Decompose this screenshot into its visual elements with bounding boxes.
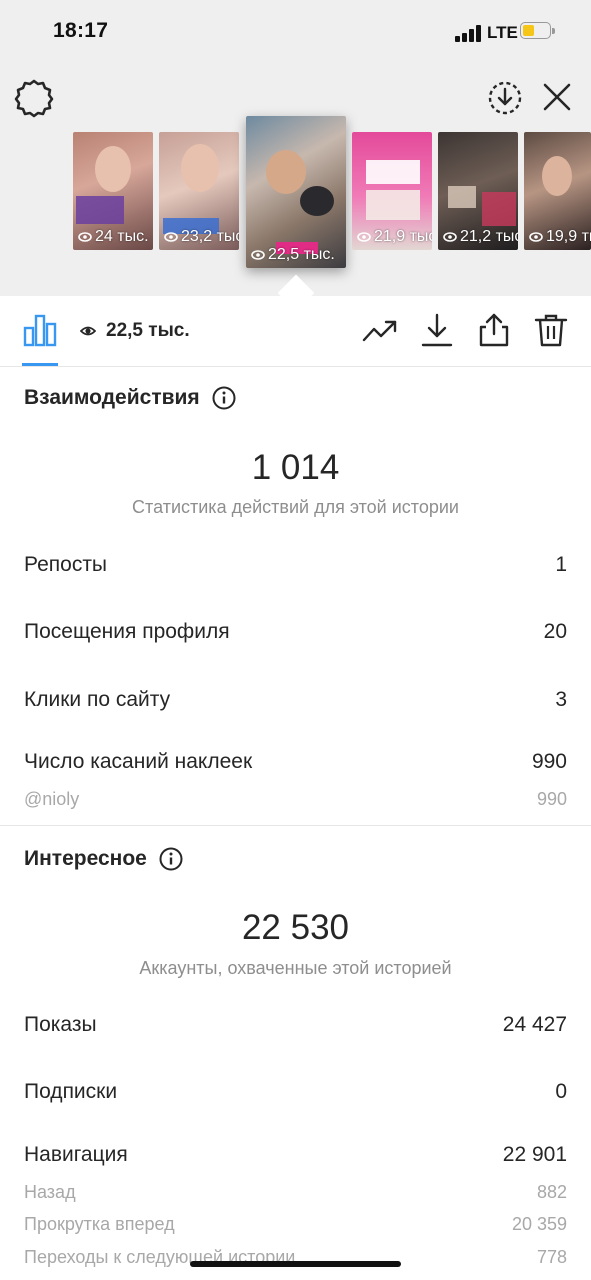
- trash-icon[interactable]: [533, 312, 569, 348]
- stat-row-reposts: Репосты 1: [24, 553, 567, 577]
- stat-label: Подписки: [24, 1080, 118, 1103]
- stat-value: 990: [531, 750, 567, 773]
- story-thumbnail[interactable]: 19,9 тыс.: [524, 132, 591, 250]
- battery-icon: [520, 22, 556, 41]
- stat-row-profile-visits: Посещения профиля 20: [24, 620, 567, 644]
- network-type: LTE: [487, 23, 518, 42]
- stat-value: 1: [555, 553, 567, 576]
- active-tab-indicator: [22, 363, 58, 366]
- eye-icon: [78, 232, 92, 242]
- trending-up-icon[interactable]: [362, 312, 398, 348]
- stat-row-sticker-taps: Число касаний наклеек 990: [24, 750, 567, 774]
- insights-toolbar: 22,5 тыс.: [0, 296, 591, 367]
- eye-icon: [443, 232, 457, 242]
- story-thumbnail[interactable]: 21,2 тыс.: [438, 132, 518, 250]
- share-icon[interactable]: [476, 312, 512, 348]
- story-views: 23,2 тыс.: [181, 228, 239, 245]
- eye-icon: [164, 232, 178, 242]
- signal-icon: [455, 24, 483, 42]
- reach-value: 22,5 тыс.: [106, 320, 190, 341]
- close-icon[interactable]: [540, 80, 574, 114]
- eye-icon: [357, 232, 371, 242]
- discovery-title: Интересное: [24, 847, 183, 871]
- story-views: 21,9 тыс.: [374, 228, 432, 245]
- story-views: 22,5 тыс.: [268, 246, 335, 263]
- story-thumbnail[interactable]: 23,2 тыс.: [159, 132, 239, 250]
- interactions-title: Взаимодействия: [24, 386, 236, 410]
- stat-row-follows: Подписки 0: [24, 1080, 567, 1104]
- status-time: 18:17: [53, 19, 109, 42]
- eye-icon: [80, 326, 96, 336]
- stat-label: Клики по сайту: [24, 688, 171, 711]
- stat-row-impressions: Показы 24 427: [24, 1013, 567, 1037]
- stat-label: Посещения профиля: [24, 620, 230, 643]
- stat-value: 0: [555, 1080, 567, 1103]
- story-thumbnail-selected[interactable]: 22,5 тыс.: [246, 116, 346, 268]
- stat-value: 882: [536, 1182, 567, 1202]
- interactions-total: 1 014: [251, 448, 340, 487]
- stat-label: Назад: [24, 1182, 76, 1202]
- story-thumbnail[interactable]: 21,9 тыс.: [352, 132, 432, 250]
- stat-value: 3: [555, 688, 567, 711]
- download-icon[interactable]: [419, 312, 455, 348]
- story-views: 21,2 тыс.: [460, 228, 518, 245]
- stat-row-navigation: Навигация 22 901: [24, 1143, 567, 1167]
- stat-subrow-back: Назад 882: [24, 1182, 567, 1203]
- eye-icon: [529, 232, 543, 242]
- stat-label: @nioly: [24, 789, 80, 809]
- eye-icon: [251, 250, 265, 260]
- stat-label: Прокрутка вперед: [24, 1214, 175, 1234]
- stat-value: 24 427: [502, 1013, 567, 1036]
- story-views: 19,9 тыс.: [546, 228, 591, 245]
- story-thumbnail[interactable]: 24 тыс.: [73, 132, 153, 250]
- discovery-caption: Аккаунты, охваченные этой историей: [139, 958, 452, 978]
- interactions-heading: Взаимодействия: [24, 386, 200, 409]
- stat-subrow-mention: @nioly 990: [24, 789, 567, 810]
- discovery-total: 22 530: [241, 908, 350, 947]
- stat-label: Навигация: [24, 1143, 128, 1166]
- info-icon[interactable]: [159, 847, 183, 871]
- stat-value: 778: [536, 1247, 567, 1267]
- bar-chart-icon[interactable]: [22, 312, 58, 348]
- stat-value: 990: [536, 789, 567, 809]
- settings-gear-icon[interactable]: [14, 78, 54, 118]
- stat-label: Показы: [24, 1013, 97, 1036]
- section-divider: [0, 825, 591, 826]
- story-views: 24 тыс.: [95, 228, 149, 245]
- stat-row-website-clicks: Клики по сайту 3: [24, 688, 567, 712]
- stat-value: 20: [543, 620, 567, 643]
- home-indicator[interactable]: [190, 1261, 401, 1267]
- stat-label: Репосты: [24, 553, 108, 576]
- reach-summary: 22,5 тыс.: [80, 320, 190, 342]
- info-icon[interactable]: [212, 386, 236, 410]
- stat-value: 20 359: [511, 1214, 567, 1234]
- stat-label: Число касаний наклеек: [24, 750, 253, 773]
- stat-value: 22 901: [502, 1143, 567, 1166]
- status-bar: 18:17 LTE: [0, 0, 591, 64]
- stat-subrow-forward: Прокрутка вперед 20 359: [24, 1214, 567, 1235]
- download-circle-icon[interactable]: [486, 79, 524, 117]
- discovery-heading: Интересное: [24, 847, 147, 870]
- interactions-caption: Статистика действий для этой истории: [132, 497, 459, 517]
